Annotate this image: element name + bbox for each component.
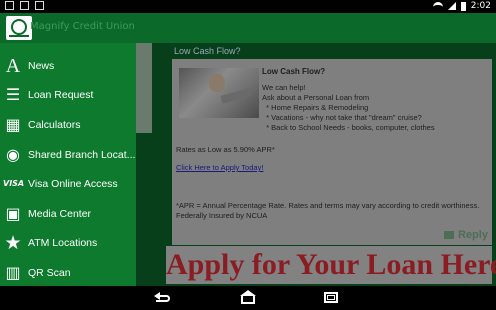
battery-icon <box>460 1 466 11</box>
reply-button[interactable]: Reply <box>444 229 488 241</box>
page-title: Low Cash Flow? <box>174 46 241 56</box>
nav-item-loan-request[interactable]: ☰ Loan Request <box>0 81 136 110</box>
wifi-icon: ◉ <box>6 145 20 164</box>
nav-item-label: Shared Branch Locat... <box>28 149 136 161</box>
screen: 2:02 Magnify Credit Union Low Cash Flow?… <box>0 0 496 310</box>
loan-promo-card: Low Cash Flow? We can help! Ask about a … <box>172 59 492 245</box>
notification-icon <box>5 1 14 10</box>
wifi-status-icon <box>432 2 443 10</box>
star-icon: ★ <box>4 232 22 254</box>
promo-body: We can help! Ask about a Personal Loan f… <box>262 83 435 132</box>
app-logo[interactable] <box>6 16 32 40</box>
nav-item-calculators[interactable]: ▦ Calculators <box>0 111 136 140</box>
recent-apps-button[interactable] <box>322 290 342 306</box>
nav-item-label: Visa Online Access <box>28 178 118 190</box>
promo-fine-print: *APR = Annual Percentage Rate. Rates and… <box>176 201 480 220</box>
back-button[interactable] <box>154 290 174 306</box>
image-notification-icon <box>20 1 29 10</box>
promo-photo <box>179 68 259 118</box>
nav-item-label: Loan Request <box>28 89 94 101</box>
nav-item-label: Calculators <box>28 119 81 131</box>
promo-headline: Low Cash Flow? <box>262 67 326 76</box>
status-bar: 2:02 <box>0 0 496 13</box>
nav-item-shared-branch[interactable]: ◉ Shared Branch Locat... <box>0 141 136 170</box>
calculator-icon: ▦ <box>5 115 21 134</box>
nav-item-qr-scan[interactable]: ▥ QR Scan <box>0 259 136 286</box>
film-icon: ▣ <box>5 204 21 223</box>
nav-item-label: News <box>28 60 55 72</box>
signal-icon <box>447 2 456 10</box>
nav-item-label: QR Scan <box>28 267 71 279</box>
nav-item-media-center[interactable]: ▣ Media Center <box>0 200 136 229</box>
news-icon: A <box>5 55 21 77</box>
nav-item-visa[interactable]: VISA Visa Online Access <box>0 170 136 199</box>
promo-rates: Rates as Low as 5.90% APR* <box>176 145 275 154</box>
download-notification-icon <box>35 1 44 10</box>
app-title: Magnify Credit Union <box>30 21 135 32</box>
nav-item-news[interactable]: A News <box>0 52 136 81</box>
app-bar: Magnify Credit Union <box>0 13 496 43</box>
apply-link[interactable]: Click Here to Apply Today! <box>176 163 263 172</box>
system-nav-bar <box>0 286 496 310</box>
list-icon: ☰ <box>5 85 21 104</box>
navigation-drawer: A News ☰ Loan Request ▦ Calculators ◉ Sh… <box>0 43 136 286</box>
reply-icon <box>444 231 454 240</box>
barcode-icon: ▥ <box>5 263 21 282</box>
visa-icon: VISA <box>3 179 25 188</box>
nav-item-label: ATM Locations <box>28 237 98 249</box>
home-button[interactable] <box>238 290 258 306</box>
reply-label: Reply <box>458 229 488 241</box>
banner-text: Apply for Your Loan Here <box>166 248 496 281</box>
status-time: 2:02 <box>470 1 491 11</box>
nav-item-label: Media Center <box>28 208 92 220</box>
nav-item-atm-locations[interactable]: ★ ATM Locations <box>0 229 136 258</box>
drawer-scroll-shadow <box>136 43 152 133</box>
apply-banner[interactable]: Apply for Your Loan Here <box>166 246 496 284</box>
